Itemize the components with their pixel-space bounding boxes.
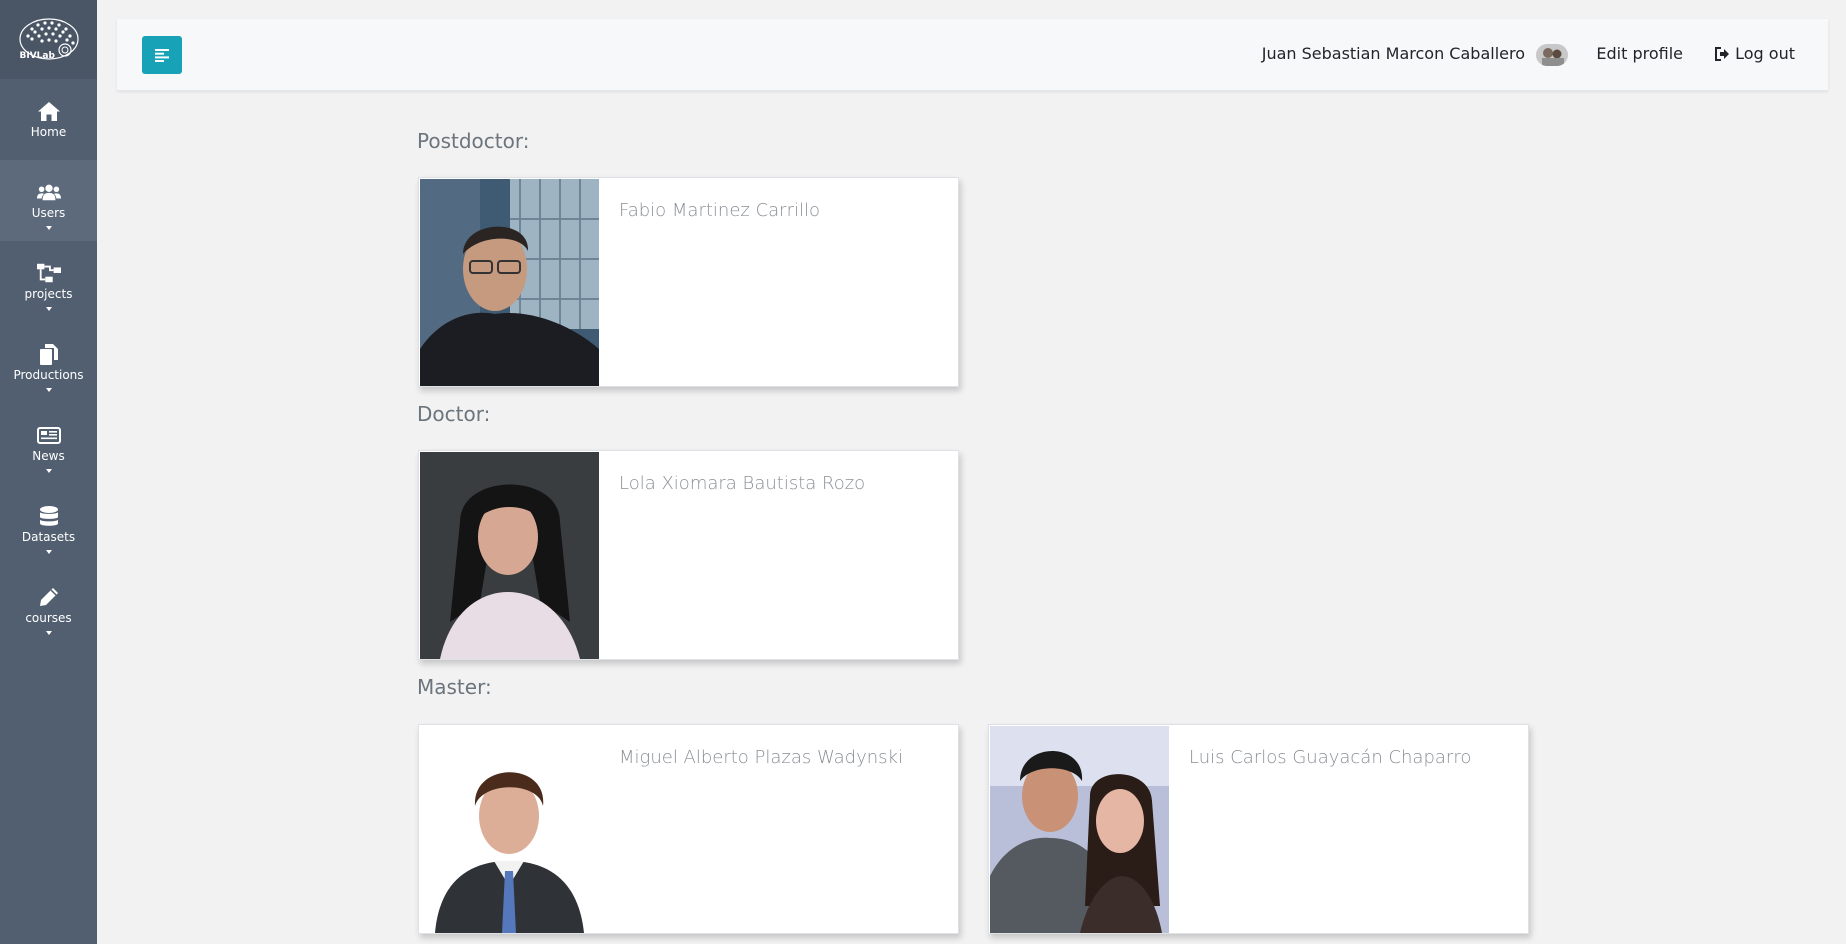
align-left-icon: [155, 48, 169, 62]
sidebar-item-productions[interactable]: Productions: [0, 322, 97, 403]
sidebar-item-label: Datasets: [21, 530, 76, 544]
chevron-down-icon: [45, 307, 52, 311]
sidebar-item-label: courses: [25, 611, 72, 625]
top-navbar: Juan Sebastian Marcon Caballero Edit pro…: [117, 19, 1828, 91]
sidebar-item-datasets[interactable]: Datasets: [0, 484, 97, 565]
user-name[interactable]: Juan Sebastian Marcon Caballero: [1262, 44, 1525, 63]
logo-text: BIVLab: [19, 50, 55, 61]
section-title-doctor: Doctor:: [417, 402, 491, 426]
edit-profile-link[interactable]: Edit profile: [1596, 44, 1683, 63]
section-title-postdoctor: Postdoctor:: [417, 129, 530, 153]
sidebar-toggle-button[interactable]: [142, 36, 182, 74]
chevron-down-icon: [45, 388, 52, 392]
member-photo: [420, 726, 599, 933]
sidebar-item-users[interactable]: Users: [0, 160, 97, 241]
sidebar: BIVLab Home Users projects Productions N: [0, 0, 97, 944]
logout-link[interactable]: Log out: [1715, 44, 1795, 63]
pencil-icon: [37, 586, 61, 608]
section-title-master: Master:: [417, 675, 492, 699]
member-photo: [420, 179, 599, 386]
member-card[interactable]: Miguel Alberto Plazas Wadynski: [418, 724, 959, 934]
sidebar-item-projects[interactable]: projects: [0, 241, 97, 322]
member-name: Lola Xiomara Bautista Rozo: [619, 473, 866, 494]
member-card[interactable]: Fabio Martinez Carrillo: [418, 177, 959, 387]
sidebar-item-label: Home: [30, 125, 67, 139]
sidebar-item-label: projects: [24, 287, 73, 301]
avatar[interactable]: [1536, 44, 1568, 66]
sign-out-icon: [1715, 46, 1730, 61]
member-card[interactable]: Luis Carlos Guayacán Chaparro: [988, 724, 1529, 934]
chevron-down-icon: [45, 226, 52, 230]
member-photo: [420, 452, 599, 659]
chevron-down-icon: [45, 469, 52, 473]
database-icon: [37, 505, 61, 527]
newspaper-icon: [36, 424, 61, 446]
sidebar-item-news[interactable]: News: [0, 403, 97, 484]
chevron-down-icon: [45, 631, 52, 635]
copy-icon: [37, 343, 61, 365]
member-photo: [990, 726, 1169, 933]
users-icon: [36, 181, 61, 203]
member-name: Luis Carlos Guayacán Chaparro: [1189, 747, 1472, 768]
sidebar-item-label: Users: [31, 206, 66, 220]
sitemap-icon: [36, 262, 61, 284]
sidebar-item-home[interactable]: Home: [0, 79, 97, 160]
sidebar-item-label: Productions: [13, 368, 84, 382]
member-name: Fabio Martinez Carrillo: [619, 200, 820, 221]
bivlab-logo: BIVLab: [18, 17, 80, 63]
sidebar-item-label: News: [32, 449, 65, 463]
home-icon: [37, 100, 61, 122]
chevron-down-icon: [45, 550, 52, 554]
logo[interactable]: BIVLab: [0, 0, 97, 79]
logout-label: Log out: [1735, 44, 1795, 63]
member-name: Miguel Alberto Plazas Wadynski: [619, 747, 903, 768]
member-card[interactable]: Lola Xiomara Bautista Rozo: [418, 450, 959, 660]
sidebar-item-courses[interactable]: courses: [0, 565, 97, 646]
